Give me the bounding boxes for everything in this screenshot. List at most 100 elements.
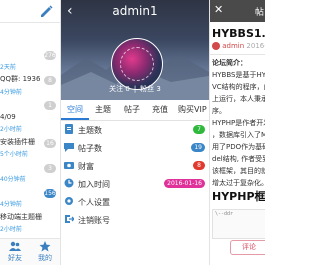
list-item[interactable]: QQ群: 1936 8: [0, 73, 60, 86]
post-date: 2016-0: [246, 42, 265, 50]
profile-menu-label: 注销账号: [78, 216, 110, 225]
profile-menu-item[interactable]: 加入时间 2016-01-16: [61, 175, 209, 193]
follow-count[interactable]: 关注 0: [109, 85, 130, 93]
tab-buy-vip[interactable]: 购买VIP: [178, 104, 207, 115]
bottom-tabbar: 好友 我的: [0, 238, 60, 265]
list-item-time: 4分钟前: [0, 201, 22, 208]
list-item[interactable]: 移动端主题栅: [0, 211, 60, 224]
article-header-title: 帖: [255, 8, 265, 18]
tab-friends-label: 好友: [8, 254, 22, 262]
tab-mine[interactable]: 我的: [30, 241, 60, 263]
list-item-time: 40分钟前: [0, 176, 26, 183]
article-line: 该框架，其目的就: [212, 167, 265, 175]
article-line: VC结构的程序，由: [212, 83, 265, 91]
profile-menu-label: 主题数: [78, 126, 102, 135]
count-badge: 2016-01-16: [164, 179, 205, 188]
chat-icon: [64, 143, 74, 152]
code-block: \--ddr: [212, 209, 265, 239]
avatar[interactable]: [111, 38, 163, 90]
article-line: del结构, 作者受到: [212, 155, 265, 163]
article-line: 用了PDO作为基础: [212, 143, 265, 151]
article-line: 增太过于复杂化。: [212, 179, 265, 187]
tab-mine-label: 我的: [38, 254, 52, 262]
article-header: ✕ 帖: [210, 0, 265, 22]
reply-count-badge: 8: [44, 76, 56, 85]
count-badge: 7: [193, 125, 205, 134]
reply-count-badge: 156: [44, 188, 56, 198]
article-line: 上运行，本人秉承: [212, 95, 265, 103]
profile-menu-label: 财富: [78, 162, 94, 171]
message-list-panel: 276 2天前 QQ群: 1936 8 4分钟前 1 4/09 2小时前 安装插件栅 16 5个小时…: [0, 0, 61, 265]
profile-menu-item[interactable]: 帖子数 19: [61, 139, 209, 157]
close-icon[interactable]: ✕: [214, 3, 223, 16]
list-item-time: 2天前: [0, 63, 16, 71]
logout-icon: [65, 215, 74, 223]
list-item[interactable]: 4分钟前: [0, 198, 60, 211]
profile-menu-item[interactable]: 财富 8: [61, 157, 209, 175]
clock-icon: [64, 178, 74, 188]
tab-recharge[interactable]: 充值: [152, 104, 168, 115]
article-body: 论坛简介： HYBBS是基于HY VC结构的程序，由 上运行，本人秉承 序。 HYPHP…: [212, 57, 265, 203]
profile-menu-item[interactable]: 主题数 7: [61, 121, 209, 139]
article-title: HYBBS1.5.30: [212, 27, 265, 40]
comment-button[interactable]: 评论: [230, 240, 265, 255]
list-item-time: 2小时前: [0, 226, 22, 233]
document-icon: [65, 124, 73, 134]
author-name[interactable]: admin: [222, 42, 244, 50]
count-badge: 19: [191, 143, 205, 152]
profile-stats: 关注 0 | 粉丝 3: [109, 85, 161, 93]
list-item[interactable]: 40分钟前: [0, 173, 60, 186]
profile-tabs: 空间 主题 帖子 充值 购买VIP: [61, 100, 209, 121]
article-line: HYPHP是作者开发: [212, 119, 265, 127]
people-icon: [9, 241, 21, 251]
list-item[interactable]: 2小时前: [0, 123, 60, 136]
list-item[interactable]: 276: [0, 48, 60, 61]
tab-space[interactable]: 空间: [67, 104, 83, 115]
reply-count-badge: 16: [44, 138, 56, 148]
list-item[interactable]: [0, 36, 60, 49]
fans-count[interactable]: 粉丝 3: [140, 85, 161, 93]
article-panel: ✕ 帖 HYBBS1.5.30 admin 2016-0 论坛简介： HYBBS…: [210, 0, 265, 265]
reply-count-badge: 1: [44, 101, 56, 110]
money-icon: [64, 162, 74, 169]
edit-icon[interactable]: [38, 3, 54, 19]
list-item[interactable]: 4分钟前: [0, 86, 60, 99]
article-meta: admin 2016-0: [212, 42, 265, 50]
list-item-text: 安装插件栅: [0, 137, 35, 146]
profile-menu-item[interactable]: 个人设置: [61, 193, 209, 211]
tab-friends[interactable]: 好友: [0, 241, 30, 263]
list-item[interactable]: 4/09: [0, 111, 60, 124]
reply-count-badge: 3: [44, 163, 56, 173]
profile-username: admin1: [112, 4, 158, 18]
list-item[interactable]: 2天前: [0, 61, 60, 74]
list-item[interactable]: 1: [0, 98, 60, 111]
article-line: 序。: [212, 107, 226, 115]
article-line: HYBBS是基于HY: [212, 71, 265, 79]
list-item[interactable]: [0, 23, 60, 36]
section-heading: 论坛简介：: [212, 59, 247, 67]
list-item-text: QQ群: 1936: [0, 75, 41, 83]
list-item-text: 移动端主题栅: [0, 212, 42, 221]
tab-posts[interactable]: 帖子: [124, 104, 140, 115]
list-item-text: 4/09: [0, 112, 16, 121]
list-item-time: 2小时前: [0, 126, 22, 133]
author-avatar[interactable]: [212, 42, 220, 50]
reply-count-badge: 276: [44, 51, 56, 60]
list-item[interactable]: 3: [0, 161, 60, 174]
profile-menu-label: 帖子数: [78, 144, 102, 153]
list-item[interactable]: 安装插件栅 16: [0, 136, 60, 149]
profile-menu-label: 个人设置: [78, 198, 110, 207]
article-line: ，数据库引入了M: [212, 131, 265, 139]
list-item[interactable]: 156: [0, 186, 60, 199]
message-list: 276 2天前 QQ群: 1936 8 4分钟前 1 4/09 2小时前 安装插件栅 16 5个小时…: [0, 23, 60, 236]
gear-icon: [65, 197, 73, 205]
list-item[interactable]: 5个小时前: [0, 148, 60, 161]
list-item[interactable]: 2小时前: [0, 223, 60, 236]
tab-topics[interactable]: 主题: [95, 104, 111, 115]
count-badge: 8: [193, 161, 205, 170]
profile-menu: 主题数 7 帖子数 19 财富 8 加入时间 2016-01-16 个人设置注销账号: [61, 121, 209, 229]
profile-menu-item[interactable]: 注销账号: [61, 211, 209, 229]
profile-panel: ‹ admin1 关注 0 | 粉丝 3 空间 主题 帖子 充值 购买VIP 主题数…: [61, 0, 210, 265]
profile-header: ‹ admin1 关注 0 | 粉丝 3: [61, 0, 209, 100]
big-heading: HYPHP框架: [212, 190, 265, 203]
